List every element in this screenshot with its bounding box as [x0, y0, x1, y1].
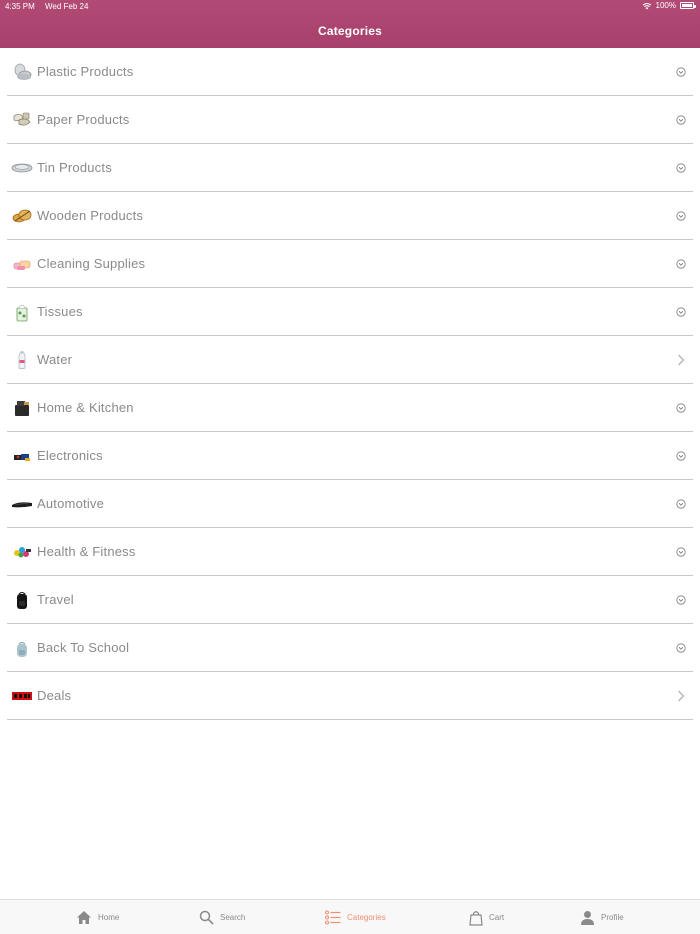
chevron-down-circle-icon[interactable]	[675, 402, 687, 414]
list-icon	[325, 910, 341, 925]
tab-home[interactable]: Home	[76, 900, 119, 934]
category-label: Deals	[37, 688, 72, 703]
chevron-down-circle-icon[interactable]	[675, 594, 687, 606]
chevron-down-circle-icon[interactable]	[675, 66, 687, 78]
category-row-water[interactable]: Water	[7, 336, 693, 384]
category-label: Tin Products	[37, 160, 112, 175]
category-label: Paper Products	[37, 112, 130, 127]
tab-search[interactable]: Search	[199, 900, 245, 934]
category-row-deals[interactable]: Deals	[7, 672, 693, 720]
status-indicators: 100%	[642, 1, 696, 10]
category-row-health-fitness[interactable]: Health & Fitness	[7, 528, 693, 576]
chevron-down-circle-icon[interactable]	[675, 114, 687, 126]
category-row-plastic-products[interactable]: Plastic Products	[7, 48, 693, 96]
tab-search-label: Search	[220, 913, 246, 922]
paper-products-icon	[11, 110, 33, 130]
plastic-products-icon	[11, 62, 33, 82]
category-label: Plastic Products	[37, 64, 134, 79]
wooden-products-icon	[11, 206, 33, 226]
category-list: Plastic Products Paper Products Tin Prod…	[7, 48, 693, 720]
category-row-tin-products[interactable]: Tin Products	[7, 144, 693, 192]
category-label: Automotive	[37, 496, 105, 511]
category-row-back-to-school[interactable]: Back To School	[7, 624, 693, 672]
app-header: 4:35 PM Wed Feb 24 100% Categories	[0, 0, 700, 48]
chevron-down-circle-icon[interactable]	[675, 306, 687, 318]
shopping-bag-icon	[469, 910, 483, 926]
chevron-down-circle-icon[interactable]	[675, 642, 687, 654]
category-row-tissues[interactable]: Tissues	[7, 288, 693, 336]
person-icon	[581, 911, 594, 925]
category-label: Tissues	[37, 304, 83, 319]
category-label: Cleaning Supplies	[37, 256, 146, 271]
chevron-down-circle-icon[interactable]	[675, 210, 687, 222]
category-row-electronics[interactable]: Electronics	[7, 432, 693, 480]
category-row-automotive[interactable]: Automotive	[7, 480, 693, 528]
home-icon	[77, 911, 91, 924]
category-label: Wooden Products	[37, 208, 144, 223]
water-bottle-icon	[11, 350, 33, 370]
status-bar: 4:35 PM Wed Feb 24 100%	[0, 0, 700, 14]
chevron-down-circle-icon[interactable]	[675, 498, 687, 510]
electronics-icon	[11, 446, 33, 466]
tissues-icon	[11, 302, 33, 322]
home-kitchen-icon	[11, 398, 33, 418]
category-row-cleaning-supplies[interactable]: Cleaning Supplies	[7, 240, 693, 288]
tab-cart-label: Cart	[489, 913, 505, 922]
school-backpack-icon	[11, 638, 33, 658]
deals-icon	[11, 686, 33, 706]
battery-percent: 100%	[655, 1, 676, 10]
chevron-right-icon[interactable]	[675, 690, 687, 702]
chevron-down-circle-icon[interactable]	[675, 162, 687, 174]
category-label: Home & Kitchen	[37, 400, 134, 415]
chevron-down-circle-icon[interactable]	[675, 546, 687, 558]
automotive-icon	[11, 494, 33, 514]
category-row-home-kitchen[interactable]: Home & Kitchen	[7, 384, 693, 432]
tab-profile-label: Profile	[601, 913, 624, 922]
wifi-icon	[642, 2, 651, 9]
tab-categories-label: Categories	[347, 913, 386, 922]
category-label: Health & Fitness	[37, 544, 136, 559]
category-row-wooden-products[interactable]: Wooden Products	[7, 192, 693, 240]
tab-cart[interactable]: Cart	[469, 900, 504, 934]
status-date: Wed Feb 24	[45, 2, 89, 11]
chevron-down-circle-icon[interactable]	[675, 450, 687, 462]
category-row-paper-products[interactable]: Paper Products	[7, 96, 693, 144]
chevron-right-icon[interactable]	[675, 354, 687, 366]
category-label: Water	[37, 352, 73, 367]
cleaning-supplies-icon	[11, 254, 33, 274]
search-icon	[199, 910, 214, 925]
tab-home-label: Home	[98, 913, 120, 922]
battery-icon	[680, 2, 696, 9]
tin-products-icon	[11, 158, 33, 178]
tab-profile[interactable]: Profile	[580, 900, 624, 934]
tab-categories[interactable]: Categories	[325, 900, 386, 934]
category-row-travel[interactable]: Travel	[7, 576, 693, 624]
category-label: Travel	[37, 592, 74, 607]
travel-backpack-icon	[11, 590, 33, 610]
chevron-down-circle-icon[interactable]	[675, 258, 687, 270]
status-time: 4:35 PM	[5, 2, 35, 11]
page-title: Categories	[317, 24, 383, 38]
tab-bar: Home Search Categories Cart Profile	[0, 899, 700, 934]
health-fitness-icon	[11, 542, 33, 562]
category-label: Back To School	[37, 640, 130, 655]
category-label: Electronics	[37, 448, 103, 463]
